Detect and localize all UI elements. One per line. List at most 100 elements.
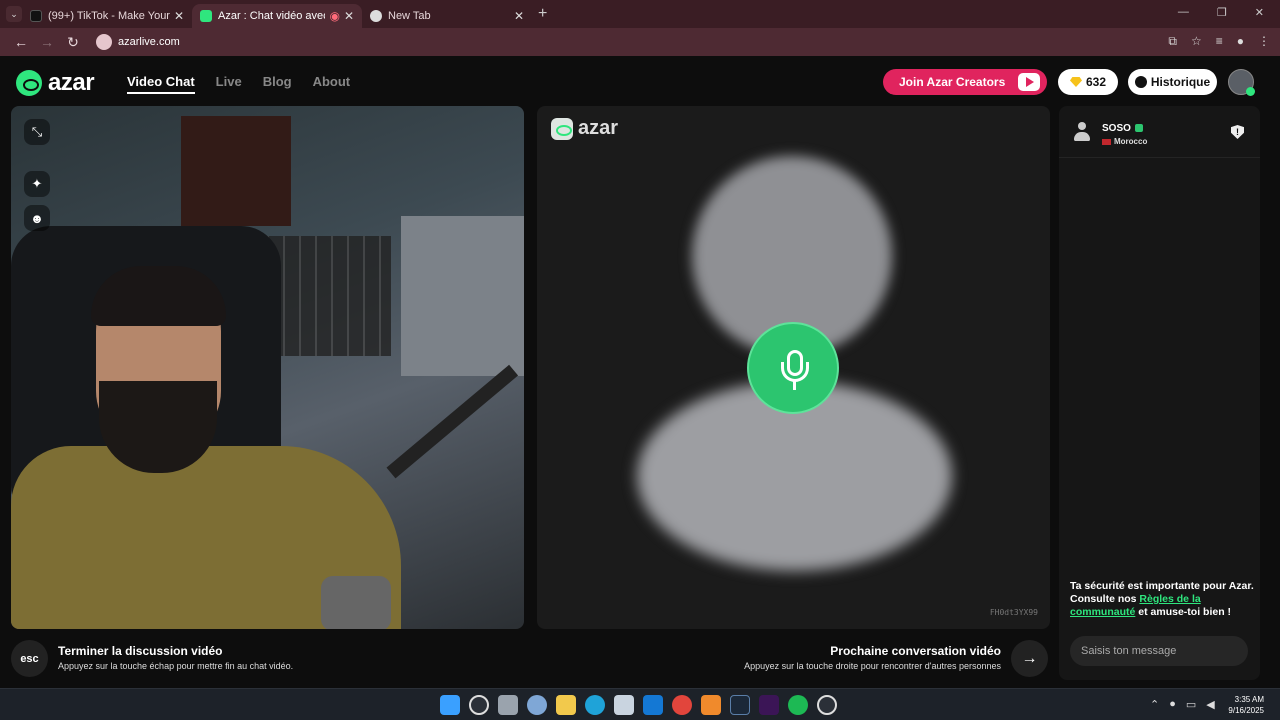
chat-panel: SOSO Morocco ! Ta sécurité est important… [1059, 106, 1260, 680]
video-scene [91, 266, 226, 326]
restore-icon[interactable]: ❐ [1217, 6, 1227, 19]
window-controls: — ❐ ✕ [1162, 0, 1280, 25]
system-tray: ⌃ ● ▭ ◀ [1150, 698, 1215, 711]
tab-title: (99+) TikTok - Make Your Day [48, 10, 170, 22]
sparkle-effects-icon[interactable]: ✦ [24, 171, 50, 197]
azar-logo-icon [551, 117, 573, 140]
close-window-icon[interactable]: ✕ [1255, 6, 1264, 19]
play-icon [1018, 73, 1040, 91]
history-label: Historique [1150, 75, 1211, 89]
nav-live[interactable]: Live [216, 74, 242, 94]
chrome-icon[interactable] [672, 695, 692, 715]
local-video [11, 106, 524, 629]
task-view-icon[interactable] [498, 695, 518, 715]
video-scene [321, 576, 391, 629]
next-app-icon[interactable] [759, 695, 779, 715]
minimize-video-icon[interactable]: ⤡ [24, 119, 50, 145]
tab-new-tab[interactable]: New Tab ✕ [362, 4, 532, 28]
bookmark-star-icon[interactable]: ☆ [1191, 34, 1202, 49]
chevron-up-icon[interactable]: ⌃ [1150, 698, 1159, 711]
partner-country: Morocco [1114, 137, 1148, 146]
recording-icon: ◉ [329, 9, 340, 23]
message-input[interactable]: Saisis ton message [1070, 636, 1248, 666]
chat-header: SOSO Morocco ! [1059, 106, 1260, 158]
back-icon[interactable]: ← [8, 34, 34, 50]
remote-azar-logo: azar [551, 117, 618, 140]
address-bar-row: ← → ↻ azarlive.com ⧉ ☆ ≡ ● ⋮ [0, 28, 1280, 56]
user-avatar[interactable] [1228, 69, 1255, 96]
history-button[interactable]: Historique [1128, 69, 1217, 95]
address-bar-actions: ⧉ ☆ ≡ ● ⋮ [1168, 34, 1270, 49]
menu-icon[interactable]: ⋮ [1258, 34, 1270, 49]
minimize-icon[interactable]: — [1178, 6, 1189, 19]
chrome-icon [370, 10, 382, 22]
tab-title: New Tab [388, 10, 431, 22]
nav-video-chat[interactable]: Video Chat [127, 74, 195, 94]
close-tab-icon[interactable]: ✕ [174, 9, 184, 23]
nav-blog[interactable]: Blog [263, 74, 292, 94]
partner-name: SOSO [1102, 123, 1131, 134]
partner-avatar-icon [1073, 122, 1091, 142]
partner-country-row: Morocco [1102, 137, 1147, 146]
site-info-icon[interactable] [96, 34, 112, 50]
video-code: FH0dt3YX99 [989, 608, 1038, 617]
esc-button[interactable]: esc [11, 640, 48, 677]
microphone-icon [749, 322, 837, 414]
url-text: azarlive.com [118, 36, 180, 48]
next-arrow-button[interactable]: → [1011, 640, 1048, 677]
site-header: azar Video Chat Live Blog About Join Aza… [0, 58, 1280, 104]
new-tab-icon[interactable]: + [538, 5, 547, 23]
install-icon[interactable]: ⧉ [1168, 34, 1177, 49]
store-icon[interactable] [614, 695, 634, 715]
profile-icon[interactable]: ● [1237, 34, 1244, 49]
forward-icon[interactable]: → [34, 34, 60, 50]
reload-icon[interactable]: ↻ [60, 34, 86, 51]
main-nav: Video Chat Live Blog About [127, 74, 350, 94]
app-icon[interactable] [701, 695, 721, 715]
gems-count: 632 [1085, 75, 1107, 89]
arrow-right-icon: → [1021, 649, 1038, 667]
network-icon[interactable]: ▭ [1186, 698, 1196, 711]
settings-icon[interactable] [527, 695, 547, 715]
steam-icon[interactable] [730, 695, 750, 715]
azar-logo-icon [16, 70, 42, 96]
windows-start-icon[interactable] [440, 695, 460, 715]
microphone-tray-icon[interactable]: ● [1169, 698, 1176, 711]
clock-time: 3:35 AM [1234, 695, 1264, 704]
spotify-icon[interactable] [788, 695, 808, 715]
safety-text-end: et amuse-toi bien ! [1135, 606, 1232, 618]
gems-button[interactable]: 632 [1058, 69, 1118, 95]
app-icon[interactable] [817, 695, 837, 715]
next-chat-subtitle: Appuyez sur la touche droite pour rencon… [744, 661, 1001, 671]
logo-text: azar [578, 117, 619, 139]
tab-azar[interactable]: Azar : Chat vidéo avec de n ◉ ✕ [192, 4, 362, 28]
azar-favicon-icon [200, 10, 212, 22]
url-field[interactable]: azarlive.com [94, 31, 1194, 53]
clock-date: 9/16/2025 [1228, 706, 1264, 715]
face-mask-icon[interactable]: ☻ [24, 205, 50, 231]
microphone-button[interactable] [747, 322, 839, 414]
search-icon[interactable] [469, 695, 489, 715]
tab-tiktok[interactable]: (99+) TikTok - Make Your Day ✕ [22, 4, 192, 28]
close-tab-icon[interactable]: ✕ [514, 9, 524, 23]
tab-title: Azar : Chat vidéo avec de n [218, 10, 325, 22]
tab-search-icon[interactable]: ⌄ [6, 6, 22, 22]
azar-logo[interactable]: azar [16, 69, 95, 97]
nav-about[interactable]: About [313, 74, 351, 94]
clock-icon [1134, 76, 1147, 88]
browser-tab-bar: ⌄ (99+) TikTok - Make Your Day ✕ Azar : … [0, 0, 1280, 28]
close-tab-icon[interactable]: ✕ [344, 9, 354, 23]
gem-icon [1069, 77, 1082, 87]
report-shield-icon[interactable]: ! [1231, 125, 1244, 139]
system-clock[interactable]: 3:35 AM 9/16/2025 [1228, 694, 1264, 716]
safety-notice: Ta sécurité est importante pour Azar. Co… [1070, 580, 1255, 619]
outlook-icon[interactable] [643, 695, 663, 715]
verified-badge-icon [1134, 124, 1143, 133]
morocco-flag-icon [1102, 138, 1111, 145]
file-explorer-icon[interactable] [556, 695, 576, 715]
volume-icon[interactable]: ◀ [1206, 698, 1214, 711]
edge-icon[interactable] [585, 695, 605, 715]
join-creators-button[interactable]: Join Azar Creators [883, 69, 1047, 95]
media-control-icon[interactable]: ≡ [1216, 34, 1223, 49]
taskbar-apps [440, 695, 837, 715]
